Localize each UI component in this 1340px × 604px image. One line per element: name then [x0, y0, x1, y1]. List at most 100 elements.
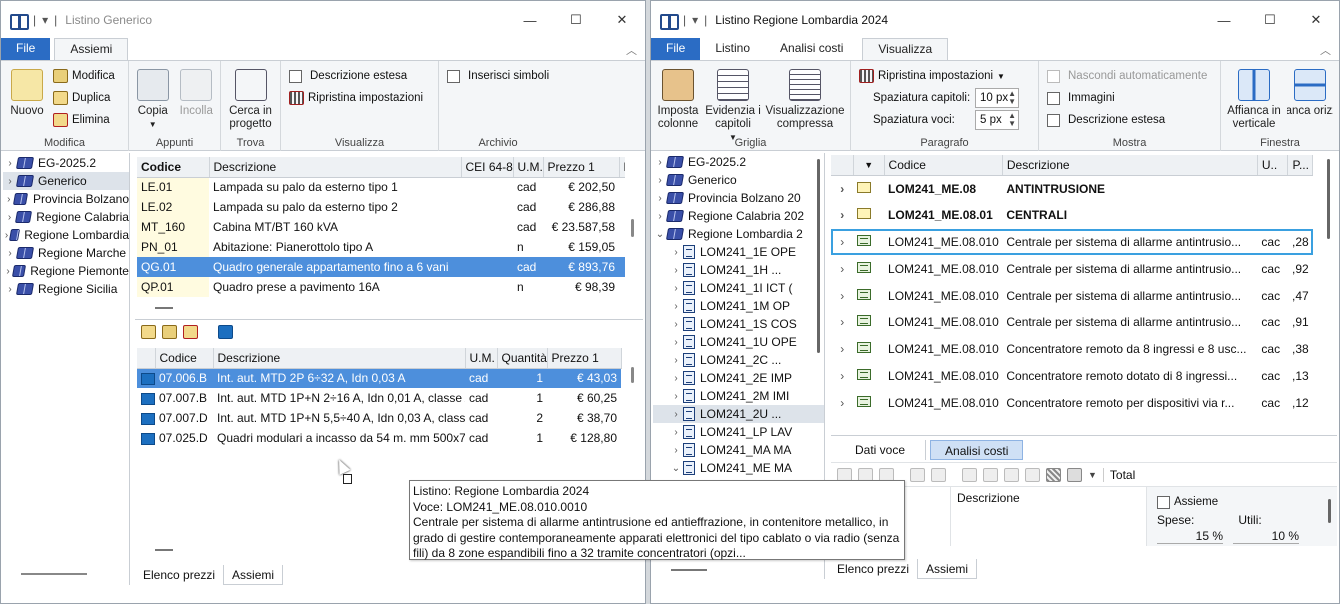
- chevron-right-icon[interactable]: ›: [669, 427, 683, 438]
- tree-item[interactable]: ⌄ LOM241_ME MA: [653, 459, 824, 477]
- ripristina-impostazioni-button[interactable]: Ripristina impostazioni ▼: [859, 65, 1005, 87]
- tree-item[interactable]: › LOM241_LP LAV: [653, 423, 824, 441]
- ripristina-impostazioni-button[interactable]: Ripristina impostazioni: [289, 87, 423, 109]
- chevron-right-icon[interactable]: ›: [831, 336, 853, 363]
- spese-input[interactable]: 15 %: [1157, 529, 1223, 544]
- move-bottom-icon[interactable]: [1025, 467, 1040, 482]
- table-row[interactable]: 07.025.D Quadri modulari a incasso da 54 …: [137, 428, 621, 448]
- chevron-right-icon[interactable]: ›: [669, 391, 683, 402]
- spinner-arrows-icon[interactable]: ▲ ▼: [1008, 112, 1018, 128]
- descrizione-estesa-checkbox[interactable]: Descrizione estesa: [1047, 109, 1165, 131]
- affianca-verticale-button[interactable]: Affianca in verticale: [1225, 65, 1283, 131]
- tab-file[interactable]: File: [651, 38, 701, 60]
- copia-button[interactable]: Copia ▼: [133, 65, 173, 131]
- tree-item[interactable]: › Regione Calabria 202: [653, 207, 824, 225]
- table-row[interactable]: MT_160 Cabina MT/BT 160 kVA cad € 23.587,58: [137, 217, 625, 237]
- chevron-right-icon[interactable]: ›: [3, 158, 17, 169]
- chevron-down-icon[interactable]: ⌄: [669, 463, 683, 474]
- chevron-right-icon[interactable]: ›: [653, 157, 667, 168]
- vertical-scrollbar[interactable]: [1328, 499, 1331, 523]
- tree-item[interactable]: › LOM241_1I ICT (: [653, 279, 824, 297]
- tree-item[interactable]: › Regione Calabria: [3, 208, 129, 226]
- minimize-icon[interactable]: —: [1201, 1, 1247, 39]
- tab-elenco-prezzi[interactable]: Elenco prezzi: [135, 565, 223, 585]
- modifica-button[interactable]: Modifica: [53, 65, 115, 87]
- tab-analisi-costi[interactable]: Analisi costi: [765, 38, 858, 60]
- move-top-icon[interactable]: [962, 467, 977, 482]
- imposta-colonne-button[interactable]: Imposta colonne: [655, 65, 701, 131]
- tree-item[interactable]: › LOM241_1H ...: [653, 261, 824, 279]
- chevron-right-icon[interactable]: ›: [653, 175, 667, 186]
- cerca-in-progetto-button[interactable]: Cerca in progetto: [225, 65, 276, 131]
- chevron-right-icon[interactable]: ›: [669, 409, 683, 420]
- table-row[interactable]: › LOM241_ME.08.010 Centrale per sistema di…: [831, 282, 1313, 309]
- chevron-right-icon[interactable]: ›: [3, 248, 17, 259]
- tree-item[interactable]: › Generico: [653, 171, 824, 189]
- descrizione-estesa-checkbox[interactable]: Descrizione estesa: [289, 65, 407, 87]
- tree-item[interactable]: › LOM241_2E IMP: [653, 369, 824, 387]
- chevron-right-icon[interactable]: ›: [831, 255, 853, 282]
- column-header[interactable]: Descrizione: [1002, 155, 1258, 176]
- chevron-right-icon[interactable]: ›: [831, 363, 853, 390]
- paste-icon[interactable]: [931, 467, 946, 482]
- spinner-arrows-icon[interactable]: ▲ ▼: [1008, 90, 1018, 106]
- column-header[interactable]: Prezzo 1: [543, 157, 620, 178]
- copy-icon[interactable]: [910, 467, 925, 482]
- immagini-checkbox[interactable]: Immagini: [1047, 87, 1115, 109]
- column-header[interactable]: U.M.: [513, 157, 544, 178]
- table-row[interactable]: › LOM241_ME.08.010 Centrale per sistema di…: [831, 228, 1313, 256]
- column-header[interactable]: Descrizione: [209, 157, 462, 178]
- chevron-right-icon[interactable]: ›: [831, 202, 853, 229]
- tree-item[interactable]: › LOM241_2C ...: [653, 351, 824, 369]
- chevron-right-icon[interactable]: ›: [669, 319, 683, 330]
- tab-file[interactable]: File: [1, 38, 51, 60]
- utili-input[interactable]: 10 %: [1233, 529, 1299, 544]
- chevron-right-icon[interactable]: ›: [831, 175, 853, 202]
- chevron-right-icon[interactable]: ›: [669, 247, 683, 258]
- chevron-right-icon[interactable]: ›: [669, 355, 683, 366]
- tree-item[interactable]: › LOM241_1S COS: [653, 315, 824, 333]
- chevron-right-icon[interactable]: ›: [669, 445, 683, 456]
- tree-item[interactable]: › LOM241_1U OPE: [653, 333, 824, 351]
- delete-item-icon[interactable]: [183, 325, 198, 339]
- nascondi-automaticamente-checkbox[interactable]: Nascondi automaticamente: [1047, 65, 1207, 87]
- column-header[interactable]: U.M.: [465, 348, 498, 369]
- table-row[interactable]: › LOM241_ME.08 ANTINTRUSIONE: [831, 175, 1313, 202]
- close-icon[interactable]: ✕: [1293, 1, 1339, 39]
- column-header[interactable]: P...: [1287, 155, 1313, 176]
- column-header[interactable]: Codice: [884, 155, 1003, 176]
- minimize-icon[interactable]: —: [507, 1, 553, 39]
- chevron-right-icon[interactable]: ›: [653, 193, 667, 204]
- horizontal-scrollbar[interactable]: [155, 549, 173, 551]
- move-down-icon[interactable]: [1004, 467, 1019, 482]
- table-row[interactable]: › LOM241_ME.08.010 Centrale per sistema di…: [831, 309, 1313, 336]
- spaziatura-capitoli-spinner[interactable]: 10 px ▲ ▼: [975, 88, 1019, 108]
- chevron-right-icon[interactable]: ›: [669, 373, 683, 384]
- table-row[interactable]: LE.01 Lampada su palo da esterno tipo 1 ca…: [137, 177, 625, 197]
- tree-item[interactable]: › EG-2025.2: [3, 154, 129, 172]
- tree-item[interactable]: › LOM241_1E OPE: [653, 243, 824, 261]
- incolla-button[interactable]: Incolla: [177, 65, 217, 118]
- tree-item[interactable]: › Regione Marche: [3, 244, 129, 262]
- collapse-ribbon-icon[interactable]: ︿: [626, 42, 637, 58]
- chevron-right-icon[interactable]: ›: [831, 229, 853, 256]
- chevron-right-icon[interactable]: ›: [669, 337, 683, 348]
- table-row[interactable]: › LOM241_ME.08.01 CENTRALI: [831, 202, 1313, 229]
- chevron-down-icon[interactable]: ⌄: [653, 229, 667, 240]
- table-row[interactable]: QG.01 Quadro generale appartamento fino a…: [137, 257, 625, 277]
- tab-dati-voce[interactable]: Dati voce: [835, 440, 927, 460]
- tab-analisi-costi-detail[interactable]: Analisi costi: [930, 440, 1024, 460]
- assieme-checkbox[interactable]: Assieme: [1157, 493, 1327, 511]
- chevron-right-icon[interactable]: ›: [3, 176, 17, 187]
- table-row[interactable]: 07.007.D Int. aut. MTD 1P+N 5,5÷40 A, Idn…: [137, 408, 621, 428]
- affianca-orizzontale-button[interactable]: Affianca orizzon: [1287, 65, 1333, 118]
- tree-item[interactable]: › Provincia Bolzano 20: [653, 189, 824, 207]
- sort-desc-icon[interactable]: ▼: [853, 155, 885, 176]
- tree-item[interactable]: › Regione Piemonte: [3, 262, 129, 280]
- horizontal-scrollbar[interactable]: [671, 569, 707, 571]
- elimina-button[interactable]: Elimina: [53, 109, 115, 131]
- column-header[interactable]: P: [619, 157, 625, 178]
- maximize-icon[interactable]: ☐: [553, 1, 599, 39]
- title-bar[interactable]: | ▾ | Listino Generico — ☐ ✕: [1, 1, 645, 39]
- table-row[interactable]: › LOM241_ME.08.010 Concentratore remoto pe…: [831, 389, 1313, 416]
